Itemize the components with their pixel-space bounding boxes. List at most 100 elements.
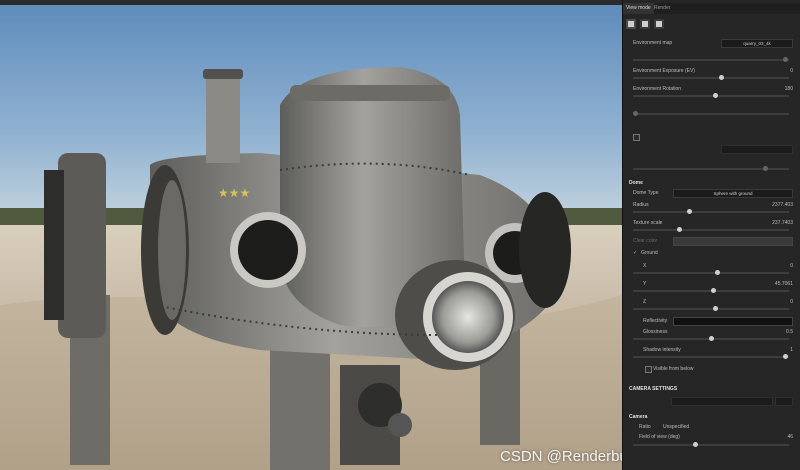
dim-checkbox[interactable]: [633, 134, 640, 141]
radius-row: Radius 2377.403: [633, 202, 793, 210]
reflectivity-row: Reflectivity: [633, 317, 793, 326]
dome-type-row: Dome Type Sphere with ground: [633, 189, 793, 198]
shadow-intensity-value: 1: [790, 347, 793, 353]
ratio-label: Ratio: [639, 424, 651, 430]
environment-exposure-slider[interactable]: [633, 75, 789, 80]
environment-exposure-value: 0: [790, 68, 793, 74]
texture-scale-slider[interactable]: [633, 227, 789, 232]
ratio-row: Ratio Unspecified: [633, 424, 793, 432]
slider-knob[interactable]: [715, 270, 720, 275]
slider-knob[interactable]: [783, 354, 788, 359]
slider-knob[interactable]: [719, 75, 724, 80]
svg-text:★★★: ★★★: [218, 186, 250, 200]
environment-rotation-value: 180: [784, 86, 793, 92]
texture-scale-row: Texture scale 237.7403: [633, 220, 793, 228]
texture-scale-label: Texture scale: [633, 220, 663, 226]
camera-settings-header[interactable]: CAMERA SETTINGS: [629, 386, 677, 392]
camera-select[interactable]: [671, 397, 773, 406]
slider-knob[interactable]: [687, 209, 692, 214]
radius-label: Radius: [633, 202, 649, 208]
dome-type-select[interactable]: Sphere with ground: [673, 189, 793, 198]
field-of-view-row: Field of view (deg) 46: [633, 434, 793, 442]
environment-map-label: Environment map: [633, 40, 673, 46]
glossiness-slider[interactable]: [633, 336, 789, 341]
slider-knob[interactable]: [693, 442, 698, 447]
radius-slider[interactable]: [633, 209, 789, 214]
shadow-intensity-row: Shadow intensity 1: [633, 347, 793, 355]
visible-from-below-checkbox[interactable]: [645, 366, 652, 373]
field-of-view-slider[interactable]: [633, 442, 789, 447]
image-icon[interactable]: [626, 19, 636, 29]
clear-color-label: Clear color: [633, 238, 658, 244]
environment-map-field[interactable]: quarry_03_4k: [721, 39, 793, 48]
dim-row-1: [633, 124, 793, 132]
slider-knob[interactable]: [713, 306, 718, 311]
x-slider[interactable]: [633, 270, 789, 275]
dim-check-row: [633, 134, 793, 142]
environment-brightness-slider[interactable]: [633, 57, 789, 62]
environment-brightness-row: [633, 51, 793, 59]
clear-color-swatch[interactable]: [673, 237, 793, 246]
fullscreen-icon[interactable]: [654, 19, 664, 29]
tab-render-label: Render: [654, 5, 671, 11]
slider-knob[interactable]: [763, 166, 768, 171]
shadow-intensity-label: Shadow intensity: [643, 347, 681, 353]
y-slider[interactable]: [633, 288, 789, 293]
ground-row: ✓ Ground: [633, 250, 793, 258]
radius-value: 2377.403: [772, 202, 793, 208]
ground-check-icon[interactable]: ✓: [633, 250, 637, 256]
x-value: 0: [790, 263, 793, 269]
slider-knob[interactable]: [711, 288, 716, 293]
reflectivity-label: Reflectivity: [643, 318, 668, 324]
environment-exposure-label: Environment Exposure (EV): [633, 68, 695, 74]
slider-knob[interactable]: [633, 111, 638, 116]
tab-render[interactable]: Render: [651, 3, 673, 14]
texture-scale-value: 237.7403: [772, 220, 793, 226]
tab-view-mode-label: View mode: [626, 5, 651, 11]
visible-from-below-label: Visible from below: [653, 366, 694, 372]
field-of-view-value: 46: [787, 434, 793, 440]
watermark-text: CSDN @Renderbus瑞云渲染农场: [500, 448, 622, 465]
glossiness-label: Glossiness: [643, 329, 668, 335]
dim-field-row: [633, 145, 793, 154]
visible-from-below-row: Visible from below: [633, 366, 793, 374]
dome-type-label: Dome Type: [633, 190, 659, 196]
dim-row-2: [633, 158, 793, 166]
ground-label: Ground: [641, 250, 658, 256]
x-label: X: [643, 263, 647, 269]
tab-view-mode[interactable]: View mode: [623, 3, 654, 14]
environment-map-row: Environment map quarry_03_4k: [633, 39, 793, 48]
rendered-robot-scene: ★★★: [0, 5, 622, 470]
dim-field[interactable]: [721, 145, 793, 154]
environment-rotation-label: Environment Rotation: [633, 86, 682, 92]
video-icon[interactable]: [640, 19, 650, 29]
camera-select-row: [633, 397, 793, 406]
background-blur-row: [633, 104, 793, 112]
slider-knob[interactable]: [713, 93, 718, 98]
field-of-view-label: Field of view (deg): [639, 434, 680, 440]
properties-panel: View mode Render Environment map quarry_…: [622, 0, 800, 470]
reflectivity-swatch[interactable]: [673, 317, 793, 326]
y-value: 45.7061: [774, 281, 793, 287]
dim-slider[interactable]: [633, 166, 789, 171]
slider-knob[interactable]: [677, 227, 682, 232]
camera-select-button[interactable]: [775, 397, 793, 406]
slider-knob[interactable]: [709, 336, 714, 341]
x-row: X 0: [633, 263, 793, 271]
render-viewport[interactable]: ★★★ CSDN @Renderbus瑞云渲染农场: [0, 5, 622, 470]
camera-section-header[interactable]: Camera: [629, 414, 647, 420]
clear-color-row: Clear color: [633, 237, 793, 246]
panel-tabs: View mode Render: [623, 3, 800, 14]
z-label: Z: [643, 299, 647, 305]
background-blur-slider[interactable]: [633, 111, 789, 116]
environment-exposure-row: Environment Exposure (EV) 0: [633, 68, 793, 76]
ratio-value[interactable]: Unspecified: [663, 424, 689, 430]
z-slider[interactable]: [633, 306, 789, 311]
slider-knob[interactable]: [783, 57, 788, 62]
y-label: Y: [643, 281, 647, 287]
environment-rotation-slider[interactable]: [633, 93, 789, 98]
dome-section-header[interactable]: Dome: [629, 180, 643, 186]
glossiness-value: 0.5: [786, 329, 793, 335]
shadow-intensity-slider[interactable]: [633, 354, 789, 359]
z-value: 0: [790, 299, 793, 305]
